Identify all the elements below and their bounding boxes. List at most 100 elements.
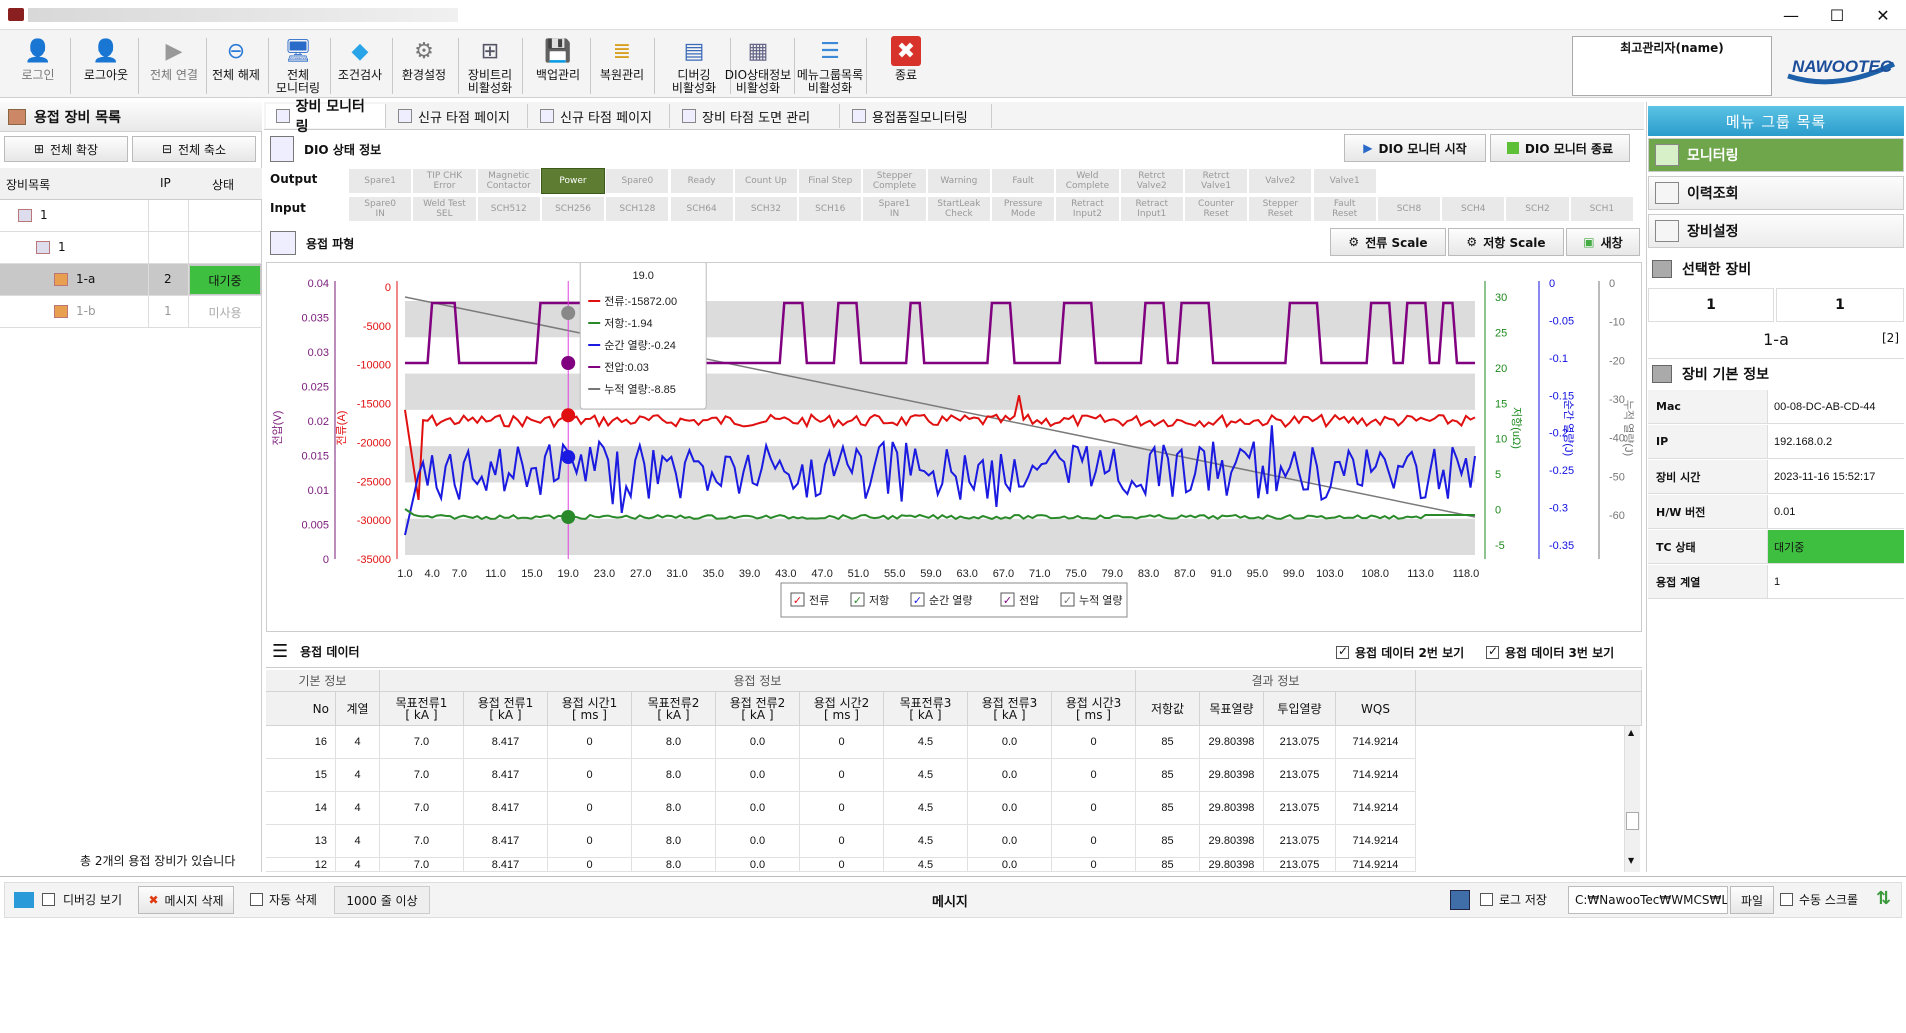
table-column-header[interactable]: WQS xyxy=(1336,692,1416,726)
axis-tick: 0.01 xyxy=(308,485,329,497)
dio-output: Spare0 xyxy=(605,168,670,194)
toolbar-button-9[interactable]: ≣ 복원관리 xyxy=(592,36,652,96)
table-cell: 0.0 xyxy=(716,825,800,858)
line-count-field[interactable]: 1000 줄 이상 xyxy=(334,886,430,914)
node-icon xyxy=(18,209,32,222)
axis-tick: -30000 xyxy=(357,515,391,527)
tab-4[interactable]: 용접품질모니터링 xyxy=(842,104,992,128)
table-column-header[interactable]: 용접 전류1 [ kA ] xyxy=(464,692,548,726)
table-column-header[interactable]: 목표전류3 [ kA ] xyxy=(884,692,968,726)
toolbar-button-10[interactable]: ▤ 디버깅 비활성화 xyxy=(660,36,728,96)
menu-item-1[interactable]: 이력조회 xyxy=(1648,176,1904,210)
table-scrollbar[interactable]: ▲ ▼ xyxy=(1624,726,1640,872)
toolbar-button-label: 조건검사 xyxy=(337,68,383,82)
minimize-button[interactable]: — xyxy=(1768,0,1814,30)
table-column-header[interactable]: 목표전류1 [ kA ] xyxy=(380,692,464,726)
scroll-arrows-icon[interactable]: ⇅ xyxy=(1876,888,1891,909)
toolbar-button-4[interactable]: 🖥 전체 모니터링 xyxy=(268,36,328,96)
collapse-all-button[interactable]: ⊟ 전체 축소 xyxy=(132,136,256,162)
stop-icon xyxy=(1506,142,1519,154)
tree-row[interactable]: 1-b 1 미사용 xyxy=(0,296,262,328)
menu-item-0[interactable]: 모니터링 xyxy=(1648,138,1904,172)
checkbox-icon xyxy=(250,893,263,906)
toolbar-button-1[interactable]: 👤 로그아웃 xyxy=(76,36,136,96)
scroll-up-icon[interactable]: ▲ xyxy=(1628,728,1634,737)
table-cell: 7.0 xyxy=(380,759,464,792)
auto-delete-checkbox[interactable]: 자동 삭제 xyxy=(250,891,317,908)
tree-row[interactable]: 1 xyxy=(0,200,262,232)
col-divider xyxy=(188,232,189,264)
toolbar-button-2[interactable]: ▶ 전체 연결 xyxy=(144,36,204,96)
wave-chart[interactable]: 1.0 4.0 7.0 11.0 15.0 19.0 23.0 27.0 31.0 35.0 39.… xyxy=(267,260,1643,633)
expand-all-button[interactable]: ⊞ 전체 확장 xyxy=(4,136,128,162)
device-list-columns: 장비목록 IP 상태 xyxy=(0,168,262,200)
table-column-header[interactable]: 계열 xyxy=(336,692,380,726)
save-icon[interactable] xyxy=(1450,890,1470,910)
tab-3[interactable]: 장비 타점 도면 관리 xyxy=(672,104,840,128)
info-value: 대기중 xyxy=(1768,530,1904,564)
table-column-header[interactable]: 용접 전류3 [ kA ] xyxy=(968,692,1052,726)
scroll-thumb[interactable] xyxy=(1626,812,1639,830)
toolbar-button-6[interactable]: ⚙ 환경설정 xyxy=(392,36,456,96)
resist-scale-button[interactable]: ⚙ 저항 Scale xyxy=(1448,228,1564,256)
toolbar-button-0[interactable]: 👤 로그인 xyxy=(8,36,68,96)
toolbar-button-12[interactable]: ☰ 메뉴그룹목록 비활성화 xyxy=(796,36,864,96)
log-save-checkbox[interactable]: 로그 저장 xyxy=(1480,891,1547,908)
legend-label: 순간 열량 xyxy=(929,594,973,607)
toolbar-button-label: 종료 xyxy=(894,68,918,82)
axis-tick: 0.015 xyxy=(301,451,329,463)
tab-2[interactable]: 신규 타점 페이지 xyxy=(530,104,670,128)
close-window-button[interactable]: ✕ xyxy=(1860,0,1906,30)
toolbar-button-3[interactable]: ⊖ 전체 해제 xyxy=(206,36,266,96)
tab-0[interactable]: 장비 모니터링 xyxy=(266,99,386,135)
table-column-header[interactable]: 용접 시간1 [ ms ] xyxy=(548,692,632,726)
delete-message-button[interactable]: ✖ 메시지 삭제 xyxy=(138,886,234,914)
instant-axis-label: 순간 열량(J) xyxy=(1562,400,1575,456)
dio-input: SCH1 xyxy=(1569,196,1634,222)
log-path-input[interactable]: C:₩NawooTec₩WMCS₩L xyxy=(1568,886,1728,914)
table-column-header[interactable]: 저항값 xyxy=(1136,692,1200,726)
table-cell: 8.417 xyxy=(464,825,548,858)
table-column-header[interactable]: 목표열량 xyxy=(1200,692,1264,726)
table-column-header[interactable]: 용접 시간2 [ ms ] xyxy=(800,692,884,726)
table-cell: 85 xyxy=(1136,825,1200,858)
debug-view-checkbox[interactable]: 디버깅 보기 xyxy=(14,891,122,908)
table-column-header[interactable]: 용접 시간3 [ ms ] xyxy=(1052,692,1136,726)
table-cell: 0 xyxy=(1052,858,1136,872)
table-cell: 4.5 xyxy=(884,825,968,858)
file-button[interactable]: 파일 xyxy=(1730,886,1774,914)
maximize-button[interactable]: ☐ xyxy=(1814,0,1860,30)
table-cell: 29.80398 xyxy=(1200,726,1264,759)
axis-tick: 30 xyxy=(1495,292,1507,304)
tree-row[interactable]: 1-a 2 대기중 xyxy=(0,264,262,296)
show2-checkbox[interactable]: 용접 데이터 2번 보기 xyxy=(1336,644,1464,661)
dio-input: Weld Test SEL xyxy=(412,196,477,222)
dio-stop-button[interactable]: DIO 모니터 종료 xyxy=(1490,134,1630,162)
toolbar-button-label: 환경설정 xyxy=(401,68,447,82)
dio-output: Warning xyxy=(926,168,991,194)
tree-row[interactable]: 1 xyxy=(0,232,262,264)
tab-1[interactable]: 신규 타점 페이지 xyxy=(388,104,528,128)
dio-start-button[interactable]: ▶ DIO 모니터 시작 xyxy=(1344,134,1486,162)
toolbar-button-7[interactable]: ⊞ 장비트리 비활성화 xyxy=(460,36,520,96)
table-column-header[interactable]: No xyxy=(266,692,336,726)
current-scale-button[interactable]: ⚙ 전류 Scale xyxy=(1330,228,1446,256)
toolbar-button-13[interactable]: ✖ 종료 xyxy=(872,36,940,96)
x-tick-label: 23.0 xyxy=(594,568,615,580)
dio-output: Valve1 xyxy=(1312,168,1377,194)
toolbar-button-8[interactable]: 💾 백업관리 xyxy=(528,36,588,96)
toolbar-button-5[interactable]: ◆ 조건검사 xyxy=(330,36,390,96)
menu-icon: ☰ xyxy=(820,38,840,64)
scroll-down-icon[interactable]: ▼ xyxy=(1628,856,1634,865)
table-column-header[interactable]: 용접 전류2 [ kA ] xyxy=(716,692,800,726)
table-column-header[interactable]: 목표전류2 [ kA ] xyxy=(632,692,716,726)
menu-item-2[interactable]: 장비설정 xyxy=(1648,214,1904,248)
new-window-button[interactable]: ▣ 새창 xyxy=(1566,228,1640,256)
new-window-label: 새창 xyxy=(1600,235,1623,250)
manual-scroll-checkbox[interactable]: 수동 스크롤 xyxy=(1780,891,1858,908)
show3-checkbox[interactable]: 용접 데이터 3번 보기 xyxy=(1486,644,1614,661)
table-column-header[interactable]: 투입열량 xyxy=(1264,692,1336,726)
axis-tick: -5 xyxy=(1495,540,1505,552)
toolbar-button-11[interactable]: ▦ DIO상태정보 비활성화 xyxy=(724,36,792,96)
checkbox-icon xyxy=(1486,644,1499,659)
